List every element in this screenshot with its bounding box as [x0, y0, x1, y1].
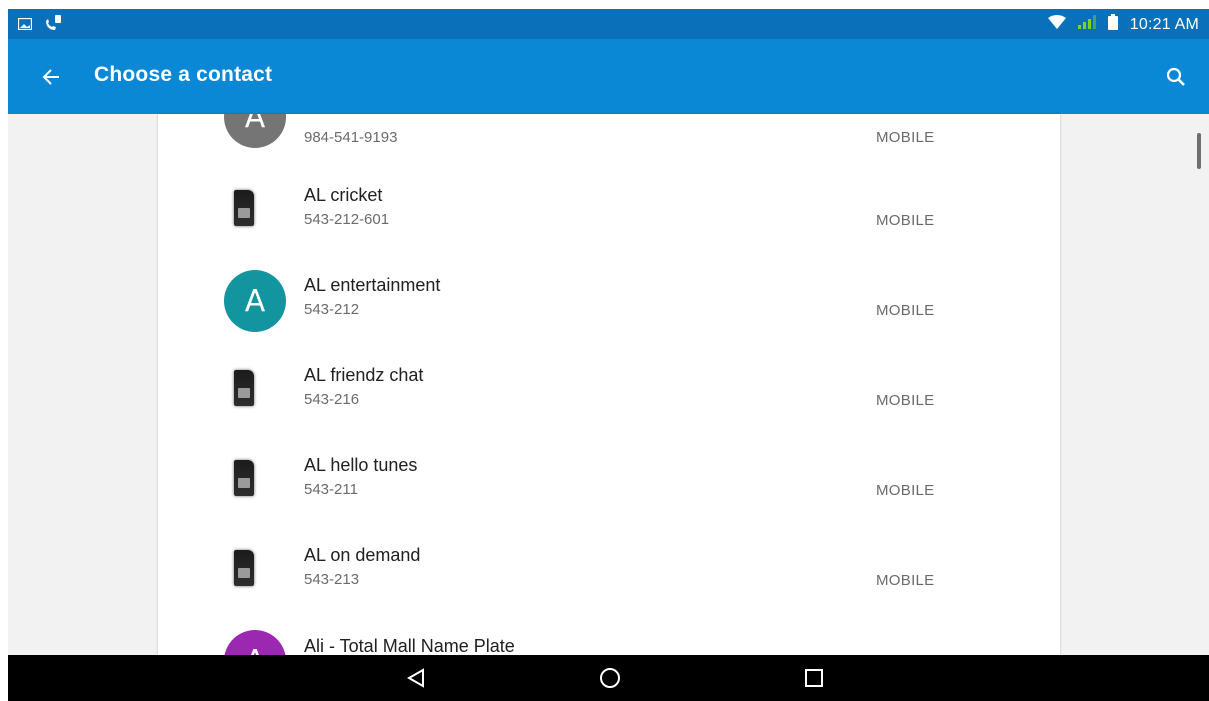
sim-card-icon — [234, 370, 254, 406]
nav-home-button[interactable] — [595, 663, 625, 693]
contact-name: AL friendz chat — [304, 365, 424, 385]
contact-row[interactable]: A 984-541-9193 MOBILE — [158, 114, 1060, 182]
nav-back-icon — [407, 668, 424, 688]
battery-icon — [1107, 14, 1118, 35]
contact-row[interactable]: AL hello tunes 543-211 MOBILE — [158, 444, 1060, 534]
back-button[interactable] — [36, 62, 66, 92]
contact-row[interactable]: A AL entertainment 543-212 MOBILE — [158, 264, 1060, 354]
contact-phone: 543-212 — [304, 301, 360, 318]
app-bar: Choose a contact — [8, 39, 1209, 114]
contact-row[interactable]: AL cricket 543-212-601 MOBILE — [158, 174, 1060, 264]
contact-phone: 543-212-601 — [304, 211, 390, 228]
contact-name: AL cricket — [304, 185, 383, 205]
scrollbar-thumb[interactable] — [1197, 133, 1201, 169]
sim-card-icon — [234, 550, 254, 586]
contact-row[interactable]: AL friendz chat 543-216 MOBILE — [158, 354, 1060, 444]
arrow-back-icon — [42, 69, 59, 85]
sim-card-icon — [234, 190, 254, 226]
nav-back-button[interactable] — [401, 663, 431, 693]
sim-card-icon — [234, 460, 254, 496]
device-screen: 10:21 AM Choose a contact A 984-541-9193… — [8, 9, 1209, 701]
contact-avatar: A — [224, 114, 286, 148]
gallery-notification-icon — [17, 17, 33, 35]
status-time: 10:21 AM — [1129, 15, 1199, 33]
search-button[interactable] — [1161, 62, 1191, 92]
contact-phone-type: MOBILE — [876, 212, 935, 229]
status-bar: 10:21 AM — [8, 9, 1209, 39]
navigation-bar — [8, 655, 1209, 701]
contact-row[interactable]: AL on demand 543-213 MOBILE — [158, 534, 1060, 624]
nav-recents-button[interactable] — [799, 663, 829, 693]
contact-phone: 984-541-9193 — [304, 129, 398, 146]
page-title: Choose a contact — [94, 63, 273, 86]
contact-phone-type: MOBILE — [876, 302, 935, 319]
signal-icon — [1077, 15, 1096, 34]
contact-phone: 543-213 — [304, 571, 360, 588]
contact-phone: 543-216 — [304, 391, 360, 408]
contact-name: AL hello tunes — [304, 455, 418, 475]
nav-recents-icon — [805, 669, 823, 687]
contact-phone-type: MOBILE — [876, 129, 935, 146]
contact-name: Ali - Total Mall Name Plate — [304, 636, 515, 656]
nav-home-icon — [600, 668, 620, 688]
call-notification-icon — [44, 15, 62, 36]
contact-phone-type: MOBILE — [876, 482, 935, 499]
contact-name: AL on demand — [304, 545, 421, 565]
contact-list: A 984-541-9193 MOBILE AL cricket 543-212… — [158, 114, 1060, 674]
contact-phone: 543-211 — [304, 481, 358, 498]
contact-phone-type: MOBILE — [876, 392, 935, 409]
wifi-icon — [1047, 15, 1066, 34]
contact-name: AL entertainment — [304, 275, 441, 295]
contact-phone-type: MOBILE — [876, 572, 935, 589]
contact-avatar: A — [224, 270, 286, 332]
search-icon — [1166, 67, 1185, 86]
